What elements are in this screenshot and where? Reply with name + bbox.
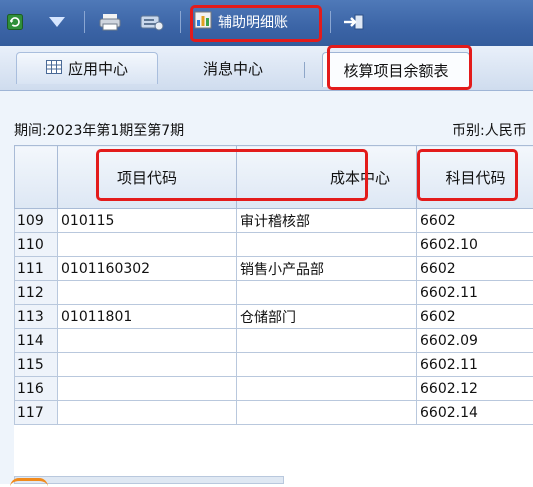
table-row[interactable]: 116 6602.12 (15, 377, 533, 401)
toolbar-divider (180, 11, 181, 33)
tab-application-center[interactable]: 应用中心 (16, 52, 158, 84)
grid-icon (46, 60, 62, 78)
tab-bar: 应用中心 消息中心 核算项目余额表 (0, 46, 533, 91)
account-code-cell[interactable]: 6602 (417, 257, 533, 281)
toolbar-divider (84, 11, 85, 33)
table-row[interactable]: 112 6602.11 (15, 281, 533, 305)
cost-center-cell[interactable] (237, 329, 417, 353)
balance-table: 项目代码 成本中心 科目代码 109 010115 审计稽核部 6602 110… (14, 145, 533, 484)
project-code-cell[interactable] (58, 353, 237, 377)
refresh-icon[interactable] (6, 10, 24, 34)
row-number: 109 (15, 209, 58, 233)
row-number: 115 (15, 353, 58, 377)
account-code-cell[interactable]: 6602 (417, 305, 533, 329)
table-row[interactable]: 114 6602.09 (15, 329, 533, 353)
cost-center-cell[interactable]: 审计稽核部 (237, 209, 417, 233)
tab-label: 核算项目余额表 (343, 60, 448, 81)
project-code-cell[interactable] (58, 329, 237, 353)
header-project-code[interactable]: 项目代码 (58, 146, 237, 209)
account-code-cell[interactable]: 6602.11 (417, 281, 533, 305)
cost-center-cell[interactable] (237, 353, 417, 377)
ledger-icon (194, 11, 212, 33)
tab-project-balance[interactable]: 核算项目余额表 (322, 52, 470, 87)
row-number: 114 (15, 329, 58, 353)
auxiliary-ledger-button[interactable]: 辅助明细账 (194, 10, 316, 34)
toolbar-divider (330, 11, 331, 33)
project-code-cell[interactable]: 010115 (58, 209, 237, 233)
project-code-cell[interactable]: 0101160302 (58, 257, 237, 281)
tab-label: 应用中心 (68, 58, 128, 79)
cost-center-cell[interactable]: 仓储部门 (237, 305, 417, 329)
account-code-cell[interactable]: 6602.10 (417, 233, 533, 257)
account-code-cell[interactable]: 6602.09 (417, 329, 533, 353)
table-row[interactable]: 110 6602.10 (15, 233, 533, 257)
header-account-code[interactable]: 科目代码 (417, 146, 533, 209)
table-row[interactable]: 115 6602.11 (15, 353, 533, 377)
header-cost-center[interactable]: 成本中心 (237, 146, 417, 209)
table-row[interactable]: 117 6602.14 (15, 401, 533, 425)
tab-divider (304, 62, 305, 78)
export-icon[interactable] (137, 10, 167, 34)
account-code-cell[interactable]: 6602 (417, 209, 533, 233)
row-number: 112 (15, 281, 58, 305)
row-number: 110 (15, 233, 58, 257)
auxiliary-ledger-label: 辅助明细账 (218, 12, 288, 32)
account-code-cell[interactable]: 6602.12 (417, 377, 533, 401)
row-number: 117 (15, 401, 58, 425)
exit-icon[interactable] (340, 10, 368, 34)
cost-center-cell[interactable]: 销售小产品部 (237, 257, 417, 281)
project-code-cell[interactable] (58, 233, 237, 257)
account-code-cell[interactable]: 6602.14 (417, 401, 533, 425)
table-row[interactable]: 109 010115 审计稽核部 6602 (15, 209, 533, 233)
cost-center-cell[interactable] (237, 401, 417, 425)
toolbar: 辅助明细账 (0, 0, 533, 46)
cost-center-cell[interactable] (237, 281, 417, 305)
row-number: 113 (15, 305, 58, 329)
tab-label: 消息中心 (203, 58, 263, 79)
project-code-cell[interactable] (58, 401, 237, 425)
cost-center-cell[interactable] (237, 377, 417, 401)
project-code-cell[interactable] (58, 377, 237, 401)
dropdown-triangle-icon[interactable] (42, 10, 72, 34)
table-header-row: 项目代码 成本中心 科目代码 (15, 146, 533, 209)
cost-center-cell[interactable] (237, 233, 417, 257)
row-number: 111 (15, 257, 58, 281)
print-icon[interactable] (95, 10, 125, 34)
table-row[interactable]: 111 0101160302 销售小产品部 6602 (15, 257, 533, 281)
currency-label: 币别:人民币 (452, 120, 527, 140)
header-row-number (15, 146, 58, 209)
tab-message-center[interactable]: 消息中心 (178, 52, 288, 84)
corner-accent (10, 478, 48, 487)
project-code-cell[interactable]: 01011801 (58, 305, 237, 329)
horizontal-scrollbar[interactable] (14, 476, 284, 484)
account-code-cell[interactable]: 6602.11 (417, 353, 533, 377)
row-number: 116 (15, 377, 58, 401)
project-code-cell[interactable] (58, 281, 237, 305)
table-row[interactable]: 113 01011801 仓储部门 6602 (15, 305, 533, 329)
period-label: 期间:2023年第1期至第7期 (14, 120, 184, 140)
